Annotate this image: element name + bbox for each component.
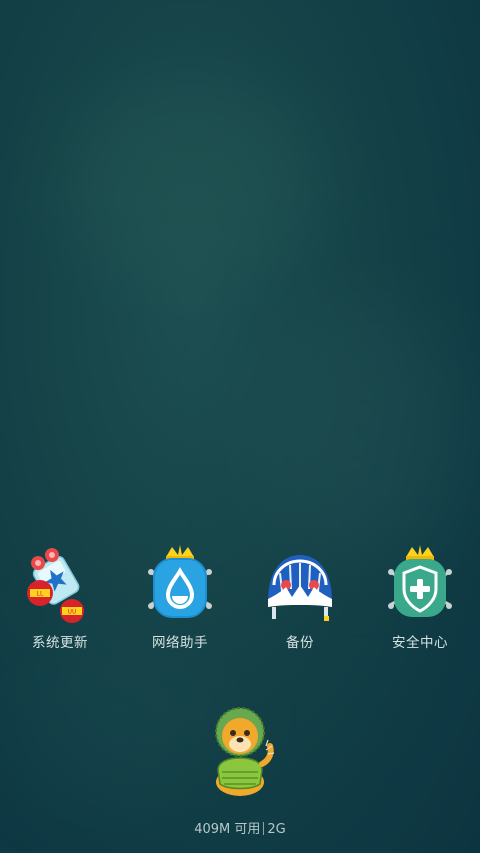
app-label: 网络助手 <box>152 635 208 651</box>
memory-status: 409M 可用 2G <box>0 818 480 837</box>
memory-available-label: 可用 <box>234 822 261 837</box>
svg-text:UU: UU <box>68 609 77 616</box>
app-label: 系统更新 <box>32 635 88 651</box>
svg-text:LL: LL <box>37 591 44 598</box>
background-blur <box>60 80 320 280</box>
shield-plus-icon <box>388 545 452 617</box>
background-blur <box>250 300 470 560</box>
app-network-assistant[interactable]: 网络助手 <box>120 545 240 655</box>
app-label: 备份 <box>286 635 314 651</box>
rocket-boosters-icon: LL UU <box>27 548 84 623</box>
helmet-icon <box>268 555 332 621</box>
app-grid: LL UU 系统更新 网络助手 备份 安全中心 <box>0 545 480 655</box>
memory-divider <box>263 822 265 835</box>
app-label: 安全中心 <box>392 635 448 651</box>
app-backup[interactable]: 备份 <box>240 545 360 655</box>
memory-used: 409M <box>194 822 231 837</box>
app-system-update[interactable]: LL UU 系统更新 <box>0 545 120 655</box>
water-drop-icon <box>148 545 212 618</box>
memory-total: 2G <box>267 822 286 837</box>
app-security-center[interactable]: 安全中心 <box>360 545 480 655</box>
mascot-icon[interactable] <box>200 706 280 798</box>
